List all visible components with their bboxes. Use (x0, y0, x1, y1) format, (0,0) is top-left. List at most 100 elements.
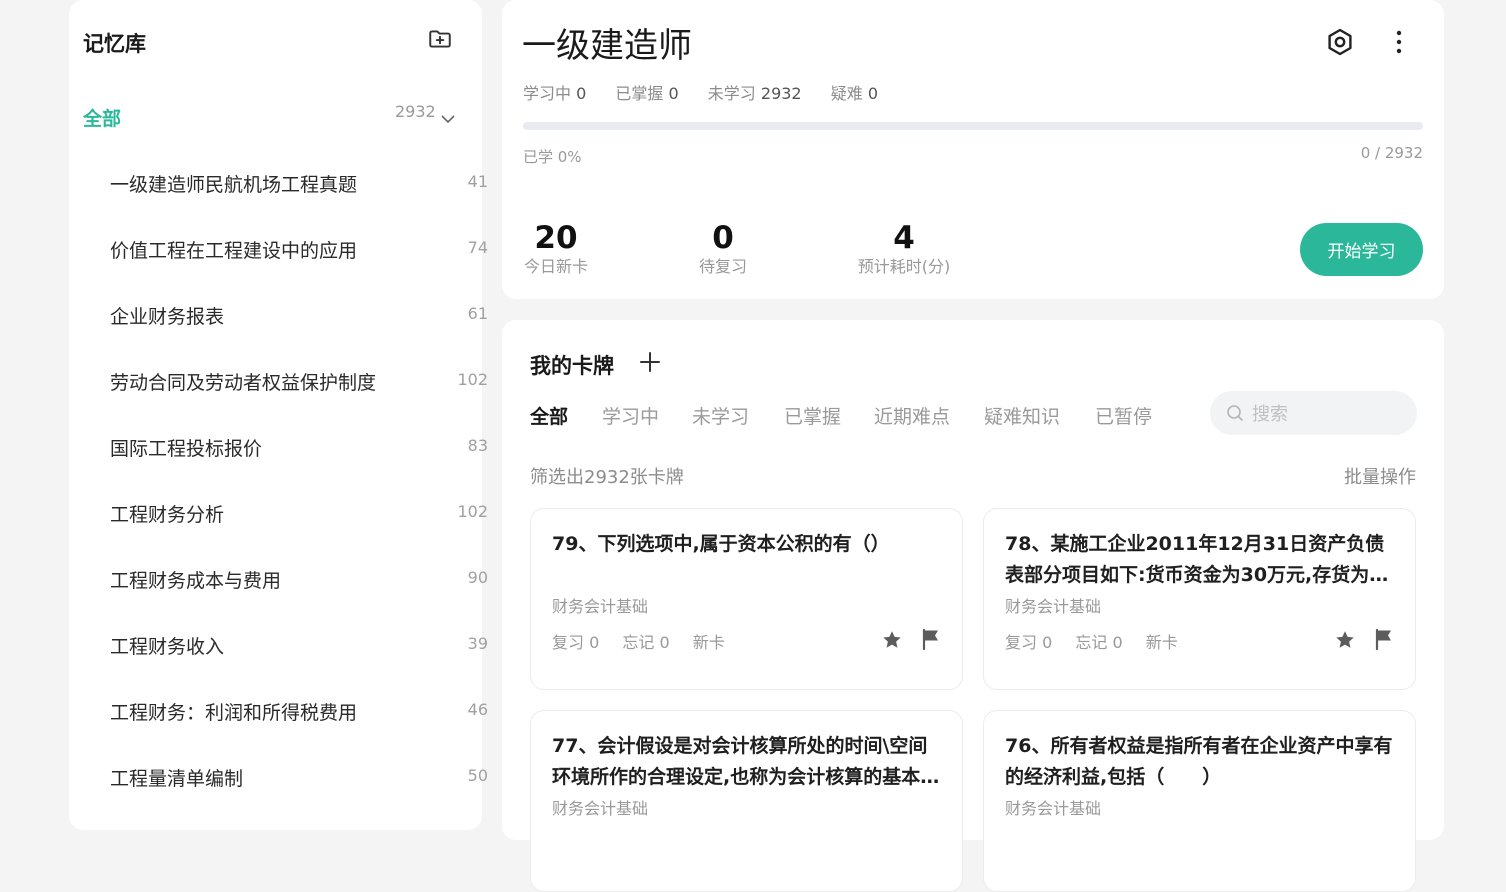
metric-new-today: 20 今日新卡 (523, 220, 589, 278)
more-vertical-icon[interactable] (1388, 28, 1410, 56)
flag-icon[interactable] (921, 628, 941, 650)
status-stats: 学习中 0 已掌握 0 未学习 2932 疑难 0 (523, 80, 902, 104)
stat-label: 疑难 (830, 84, 863, 103)
stat-value: 0 (867, 84, 878, 103)
stat-label: 学习中 (523, 84, 572, 103)
deck-title: 一级建造师 (522, 26, 692, 66)
sidebar-item-count: 90 (467, 568, 488, 587)
sidebar-item-label: 工程财务：利润和所得税费用 (110, 702, 358, 724)
sidebar-item-label: 工程量清单编制 (110, 768, 244, 790)
sidebar-title: 记忆库 (83, 32, 146, 56)
batch-operation-link[interactable]: 批量操作 (1344, 463, 1416, 489)
sidebar-item-count: 61 (467, 304, 488, 323)
metric-value: 4 (893, 220, 915, 256)
sidebar-item[interactable]: 工程量清单编制 50 (110, 758, 488, 798)
sidebar-item-all[interactable]: 全部 (83, 104, 121, 131)
sidebar-item[interactable]: 价值工程在工程建设中的应用 74 (110, 230, 488, 270)
card-item[interactable]: 76、所有者权益是指所有者在企业资产中享有的经济利益,包括（ ） 财务会计基础 (983, 710, 1416, 892)
search-input[interactable] (1250, 399, 1404, 429)
progress-count-label: 0 / 2932 (1360, 144, 1423, 162)
sidebar-item[interactable]: 劳动合同及劳动者权益保护制度 102 (110, 362, 488, 402)
metric-label: 预计耗时(分) (857, 257, 951, 276)
card-item[interactable]: 77、会计假设是对会计核算所处的时间\空间环境所作的合理设定,也称为会计核算的基… (530, 710, 963, 892)
star-icon[interactable] (1334, 629, 1356, 651)
stat-value: 0 (576, 84, 587, 103)
card-category: 财务会计基础 (1005, 799, 1102, 818)
tab-all[interactable]: 全部 (530, 402, 602, 429)
sidebar-item[interactable]: 工程财务分析 102 (110, 494, 488, 534)
card-category: 财务会计基础 (552, 799, 649, 818)
metric-estimated-time: 4 预计耗时(分) (852, 220, 956, 278)
card-status: 新卡 (692, 633, 725, 652)
card-forget-count: 忘记 0 (1075, 633, 1123, 652)
stat-label: 未学习 (707, 84, 756, 103)
sidebar-item[interactable]: 工程财务：利润和所得税费用 46 (110, 692, 488, 732)
tab-mastered[interactable]: 已掌握 (784, 402, 874, 429)
star-icon[interactable] (881, 629, 903, 651)
card-question: 79、下列选项中,属于资本公积的有（） (552, 533, 890, 555)
sidebar-item-count: 83 (467, 436, 488, 455)
sidebar-item-label: 企业财务报表 (110, 306, 225, 328)
sidebar-item-count: 102 (457, 370, 488, 389)
sidebar-item-label: 工程财务成本与费用 (110, 570, 282, 592)
memory-library-sidebar: 记忆库 全部 2932 一级建造师民航机场工程真题 41 价值工程在工程建设中的… (69, 0, 488, 830)
search-icon (1227, 405, 1243, 421)
stat-difficult: 疑难 0 (831, 84, 878, 103)
sidebar-item[interactable]: 企业财务报表 61 (110, 296, 488, 336)
sidebar-item-label: 工程财务收入 (110, 636, 225, 658)
sidebar-item-count: 46 (467, 700, 488, 719)
sidebar-item-count: 74 (467, 238, 488, 257)
card-question: 77、会计假设是对会计核算所处的时间\空间环境所作的合理设定,也称为会计核算的基… (552, 735, 940, 788)
card-review-count: 复习 0 (552, 633, 600, 652)
card-meta: 复习 0 忘记 0 新卡 (552, 629, 743, 653)
filter-result-count: 筛选出2932张卡牌 (530, 467, 684, 488)
plus-icon[interactable] (639, 351, 661, 373)
stat-value: 0 (668, 84, 679, 103)
card-forget-count: 忘记 0 (622, 633, 670, 652)
flag-icon[interactable] (1374, 628, 1394, 650)
sidebar-item[interactable]: 国际工程投标报价 83 (110, 428, 488, 468)
metric-label: 待复习 (698, 257, 747, 276)
start-learning-button[interactable]: 开始学习 (1300, 223, 1423, 276)
folder-plus-icon[interactable] (427, 26, 453, 52)
sidebar-item-count: 50 (467, 766, 488, 785)
metric-value: 0 (712, 220, 734, 256)
tab-difficult-knowledge[interactable]: 疑难知识 (984, 402, 1095, 429)
card-item[interactable]: 79、下列选项中,属于资本公积的有（） 财务会计基础 复习 0 忘记 0 新卡 (530, 508, 963, 690)
my-cards-panel: 我的卡牌 全部 学习中 未学习 已掌握 近期难点 疑难知识 已暂停 筛选出293… (502, 320, 1444, 892)
card-item[interactable]: 78、某施工企业2011年12月31日资产负债表部分项目如下:货币资金为30万元… (983, 508, 1416, 690)
stat-value: 2932 (760, 84, 802, 103)
sidebar-item-count: 102 (457, 502, 488, 521)
panel-title: 我的卡牌 (530, 354, 614, 378)
chevron-down-icon[interactable] (439, 110, 457, 128)
tab-paused[interactable]: 已暂停 (1095, 402, 1175, 429)
stat-label: 已掌握 (615, 84, 664, 103)
sidebar-item-count: 39 (467, 634, 488, 653)
learning-progress-bar (523, 122, 1423, 130)
sidebar-item-label: 价值工程在工程建设中的应用 (110, 240, 358, 262)
sidebar-all-count: 2932 (395, 102, 436, 121)
target-icon[interactable] (1326, 28, 1354, 56)
sidebar-item[interactable]: 工程财务成本与费用 90 (110, 560, 488, 600)
card-status: 新卡 (1145, 633, 1178, 652)
deck-overview-card: 一级建造师 学习中 0 已掌握 0 未学习 2932 疑难 0 已学 0% 0 … (502, 0, 1444, 299)
card-filter-tabs: 全部 学习中 未学习 已掌握 近期难点 疑难知识 已暂停 (530, 402, 1175, 429)
metric-value: 20 (534, 220, 578, 256)
stat-unlearned: 未学习 2932 (708, 84, 802, 103)
tab-unlearned[interactable]: 未学习 (692, 402, 784, 429)
sidebar-item-label: 国际工程投标报价 (110, 438, 263, 460)
stat-mastered: 已掌握 0 (615, 84, 678, 103)
card-question: 76、所有者权益是指所有者在企业资产中享有的经济利益,包括（ ） (1005, 735, 1393, 788)
card-category: 财务会计基础 (1005, 597, 1102, 616)
sidebar-item[interactable]: 一级建造师民航机场工程真题 41 (110, 164, 488, 204)
card-category: 财务会计基础 (552, 597, 649, 616)
card-meta: 复习 0 忘记 0 新卡 (1005, 629, 1196, 653)
stat-learning: 学习中 0 (523, 84, 586, 103)
metric-label: 今日新卡 (523, 257, 588, 276)
sidebar-item[interactable]: 工程财务收入 39 (110, 626, 488, 666)
search-box (1210, 391, 1417, 435)
tab-recent-difficult[interactable]: 近期难点 (874, 402, 984, 429)
progress-percent-label: 已学 0% (523, 148, 582, 166)
card-question: 78、某施工企业2011年12月31日资产负债表部分项目如下:货币资金为30万元… (1005, 533, 1396, 586)
tab-learning[interactable]: 学习中 (602, 402, 692, 429)
